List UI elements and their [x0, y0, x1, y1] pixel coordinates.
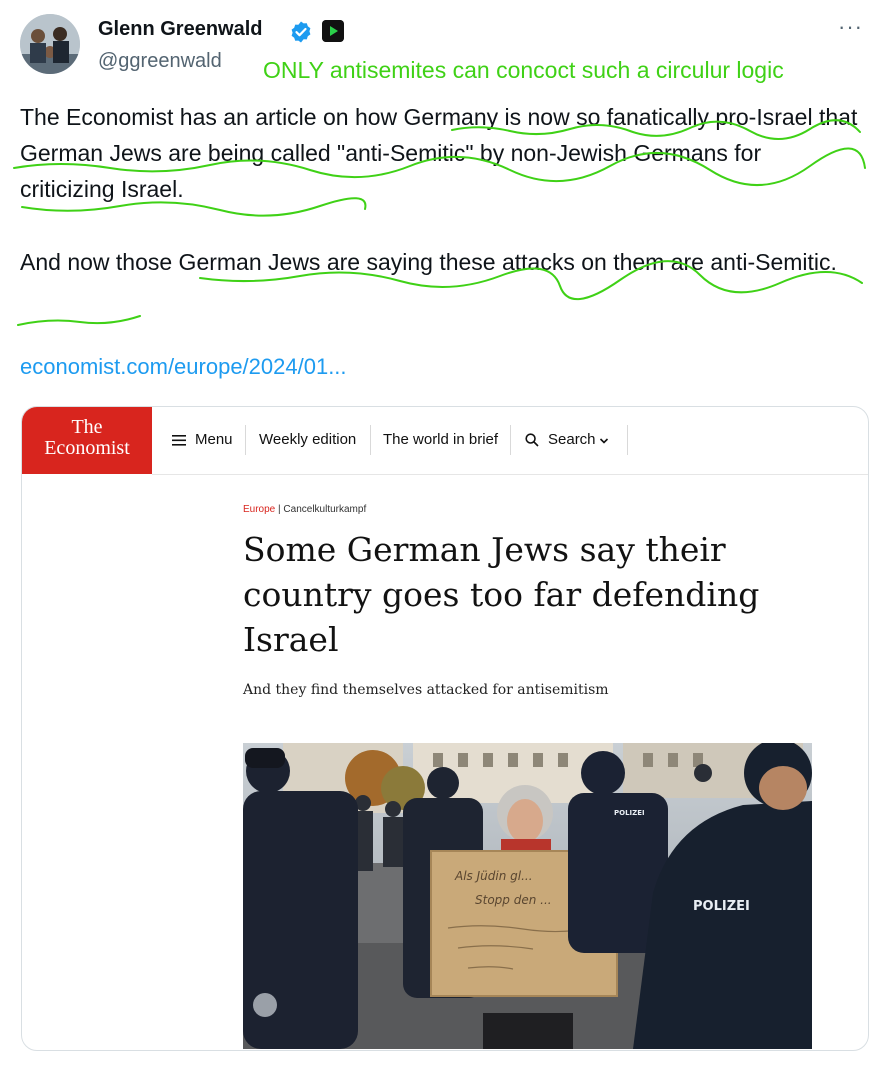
police-vest-label: POLIZEI — [693, 899, 750, 914]
author-handle[interactable]: @ggreenwald — [98, 50, 222, 73]
menu-hamburger-icon[interactable] — [172, 435, 186, 446]
article-link[interactable]: economist.com/europe/2024/01... — [20, 354, 347, 380]
nav-world-in-brief[interactable]: The world in brief — [383, 431, 498, 448]
media-badge-icon — [322, 20, 344, 42]
tweet-paragraph-2: And now those German Jews are saying the… — [20, 249, 837, 275]
section-name[interactable]: Europe — [243, 504, 275, 515]
nav-weekly-edition[interactable]: Weekly edition — [259, 431, 356, 448]
economist-logo[interactable]: The Economist — [22, 407, 152, 474]
article-headline[interactable]: Some German Jews say their country goes … — [243, 527, 803, 662]
logo-line-1: The — [71, 416, 103, 438]
article-photo: Als Jüdin gl... Stopp den ... POLIZEI PO… — [243, 743, 812, 1049]
sign-text-line-1: Als Jüdin gl... — [455, 869, 533, 883]
nav-menu[interactable]: Menu — [195, 431, 233, 448]
nav-divider — [510, 425, 511, 455]
link-preview-card[interactable]: The Economist Menu Weekly edition The wo… — [21, 406, 869, 1051]
search-icon[interactable] — [525, 433, 539, 447]
chevron-down-icon[interactable] — [599, 437, 609, 445]
nav-divider — [370, 425, 371, 455]
nav-search[interactable]: Search — [548, 431, 596, 448]
logo-line-2: Economist — [44, 437, 130, 459]
avatar-photo — [20, 14, 80, 74]
author-name[interactable]: Glenn Greenwald — [98, 18, 262, 41]
more-options-icon[interactable]: ··· — [838, 14, 863, 40]
tweet-paragraph-1: The Economist has an article on how Germ… — [20, 104, 858, 202]
article-subheadline: And they find themselves attacked for an… — [243, 682, 609, 698]
nav-divider — [627, 425, 628, 455]
avatar[interactable] — [20, 14, 80, 74]
handwritten-annotation: ONLY antisemites can concoct such a circ… — [263, 57, 784, 83]
nav-divider — [245, 425, 246, 455]
article-section: Europe | Cancelkulturkampf — [243, 504, 366, 515]
verified-badge-icon — [291, 21, 311, 43]
sign-text-line-2: Stopp den ... — [475, 893, 552, 907]
site-navigation: Menu Weekly edition The world in brief S… — [152, 407, 868, 475]
police-vest-label-small: POLIZEI — [614, 809, 645, 817]
section-sub: Cancelkulturkampf — [283, 504, 367, 515]
